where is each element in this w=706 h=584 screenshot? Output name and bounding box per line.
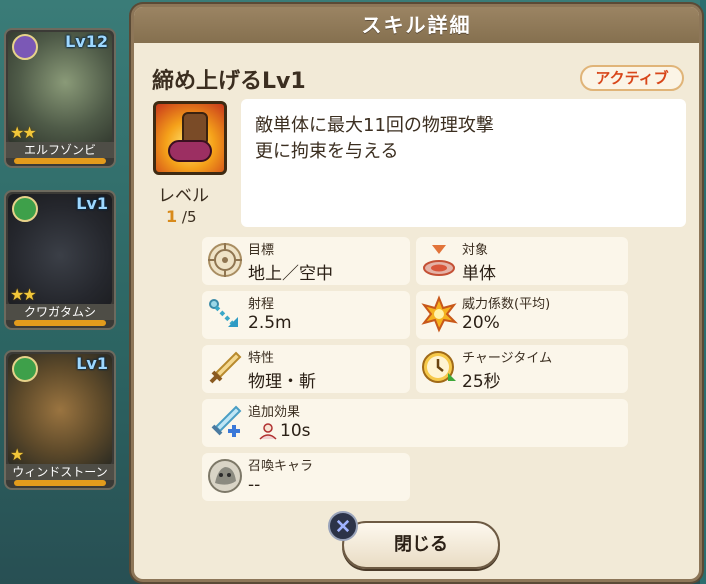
description-box: 敵単体に最大11回の物理攻撃 更に拘束を与える (241, 99, 686, 227)
description-line: 敵単体に最大11回の物理攻撃 (255, 115, 494, 136)
stat-power: 威力係数(平均) 20% (416, 291, 628, 339)
stat-label: 威力係数(平均) (462, 297, 551, 312)
explosion-icon (421, 295, 458, 333)
stat-label: 射程 (248, 297, 275, 312)
stat-label: 特性 (248, 351, 275, 366)
bind-status-icon (259, 423, 277, 440)
monster-card-2[interactable]: Lv1 ★★ クワガタムシ (4, 190, 116, 330)
stat-label: 追加効果 (248, 405, 301, 420)
attribute-wind-icon (12, 356, 38, 382)
stat-label: 召喚キャラ (248, 459, 314, 474)
monster-level: Lv12 (65, 32, 108, 51)
monster-name: エルフゾンビ (6, 142, 114, 158)
summon-monster-icon (208, 459, 242, 493)
description-line: 更に拘束を与える (255, 141, 399, 162)
level-label: レベル (158, 186, 209, 206)
monster-level: Lv1 (76, 194, 108, 213)
stat-value: 25秒 (462, 372, 501, 392)
monster-card-3[interactable]: Lv1 ★ ウィンドストーン (4, 350, 116, 490)
stat-value: 地上／空中 (248, 264, 333, 284)
skill-detail-dialog: スキル詳細 締め上げるLv1 アクティブ レベル 1 /5 敵単体に最大11回の… (131, 4, 702, 582)
stat-charge: チャージタイム 25秒 (416, 345, 628, 393)
stat-label: 対象 (462, 243, 489, 258)
skill-type-badge: アクティブ (580, 65, 684, 91)
monster-hp-bar (14, 480, 106, 486)
monster-hp-bar (14, 158, 106, 164)
rarity-stars: ★ (10, 445, 24, 464)
stat-range: 射程 2.5m (202, 291, 410, 339)
tentacle-icon (168, 140, 212, 162)
monster-hp-bar (14, 320, 106, 326)
monster-level: Lv1 (76, 354, 108, 373)
stat-value: 単体 (462, 264, 496, 284)
monster-card-1[interactable]: Lv12 ★★ エルフゾンビ (4, 28, 116, 168)
stat-trait: 特性 物理・斬 (202, 345, 410, 393)
sword-icon (209, 351, 242, 384)
monster-name: ウィンドストーン (6, 464, 114, 480)
stat-value: 2.5m (248, 313, 292, 333)
stat-value: 10s (280, 421, 311, 441)
stat-label: 目標 (248, 243, 275, 258)
level-value: 1 /5 (166, 207, 197, 226)
dialog-title: スキル詳細 (134, 7, 699, 43)
level-current: 1 (166, 207, 178, 226)
controller-x-icon (328, 511, 358, 541)
skill-name: 締め上げるLv1 (152, 69, 306, 94)
stat-value: 20% (462, 313, 500, 333)
stat-summon: 召喚キャラ -- (202, 453, 410, 501)
attribute-wind-icon (12, 196, 38, 222)
sword-plus-icon (211, 405, 242, 437)
skill-icon (153, 101, 227, 175)
stat-label: チャージタイム (462, 351, 553, 366)
close-button[interactable]: 閉じる (342, 521, 500, 569)
single-target-icon (423, 245, 455, 276)
stat-effect: 追加効果 10s (202, 399, 628, 447)
stat-subject: 対象 単体 (416, 237, 628, 285)
rarity-stars: ★★ (10, 285, 37, 304)
stat-value: 物理・斬 (248, 372, 316, 392)
monster-name: クワガタムシ (6, 304, 114, 320)
stat-target: 目標 地上／空中 (202, 237, 410, 285)
rarity-stars: ★★ (10, 123, 37, 142)
attribute-eye-icon (12, 34, 38, 60)
stat-value: -- (248, 475, 261, 495)
level-max: /5 (181, 208, 197, 226)
range-arrow-icon (209, 299, 238, 327)
clock-icon (422, 351, 456, 383)
crosshair-icon (208, 243, 242, 277)
